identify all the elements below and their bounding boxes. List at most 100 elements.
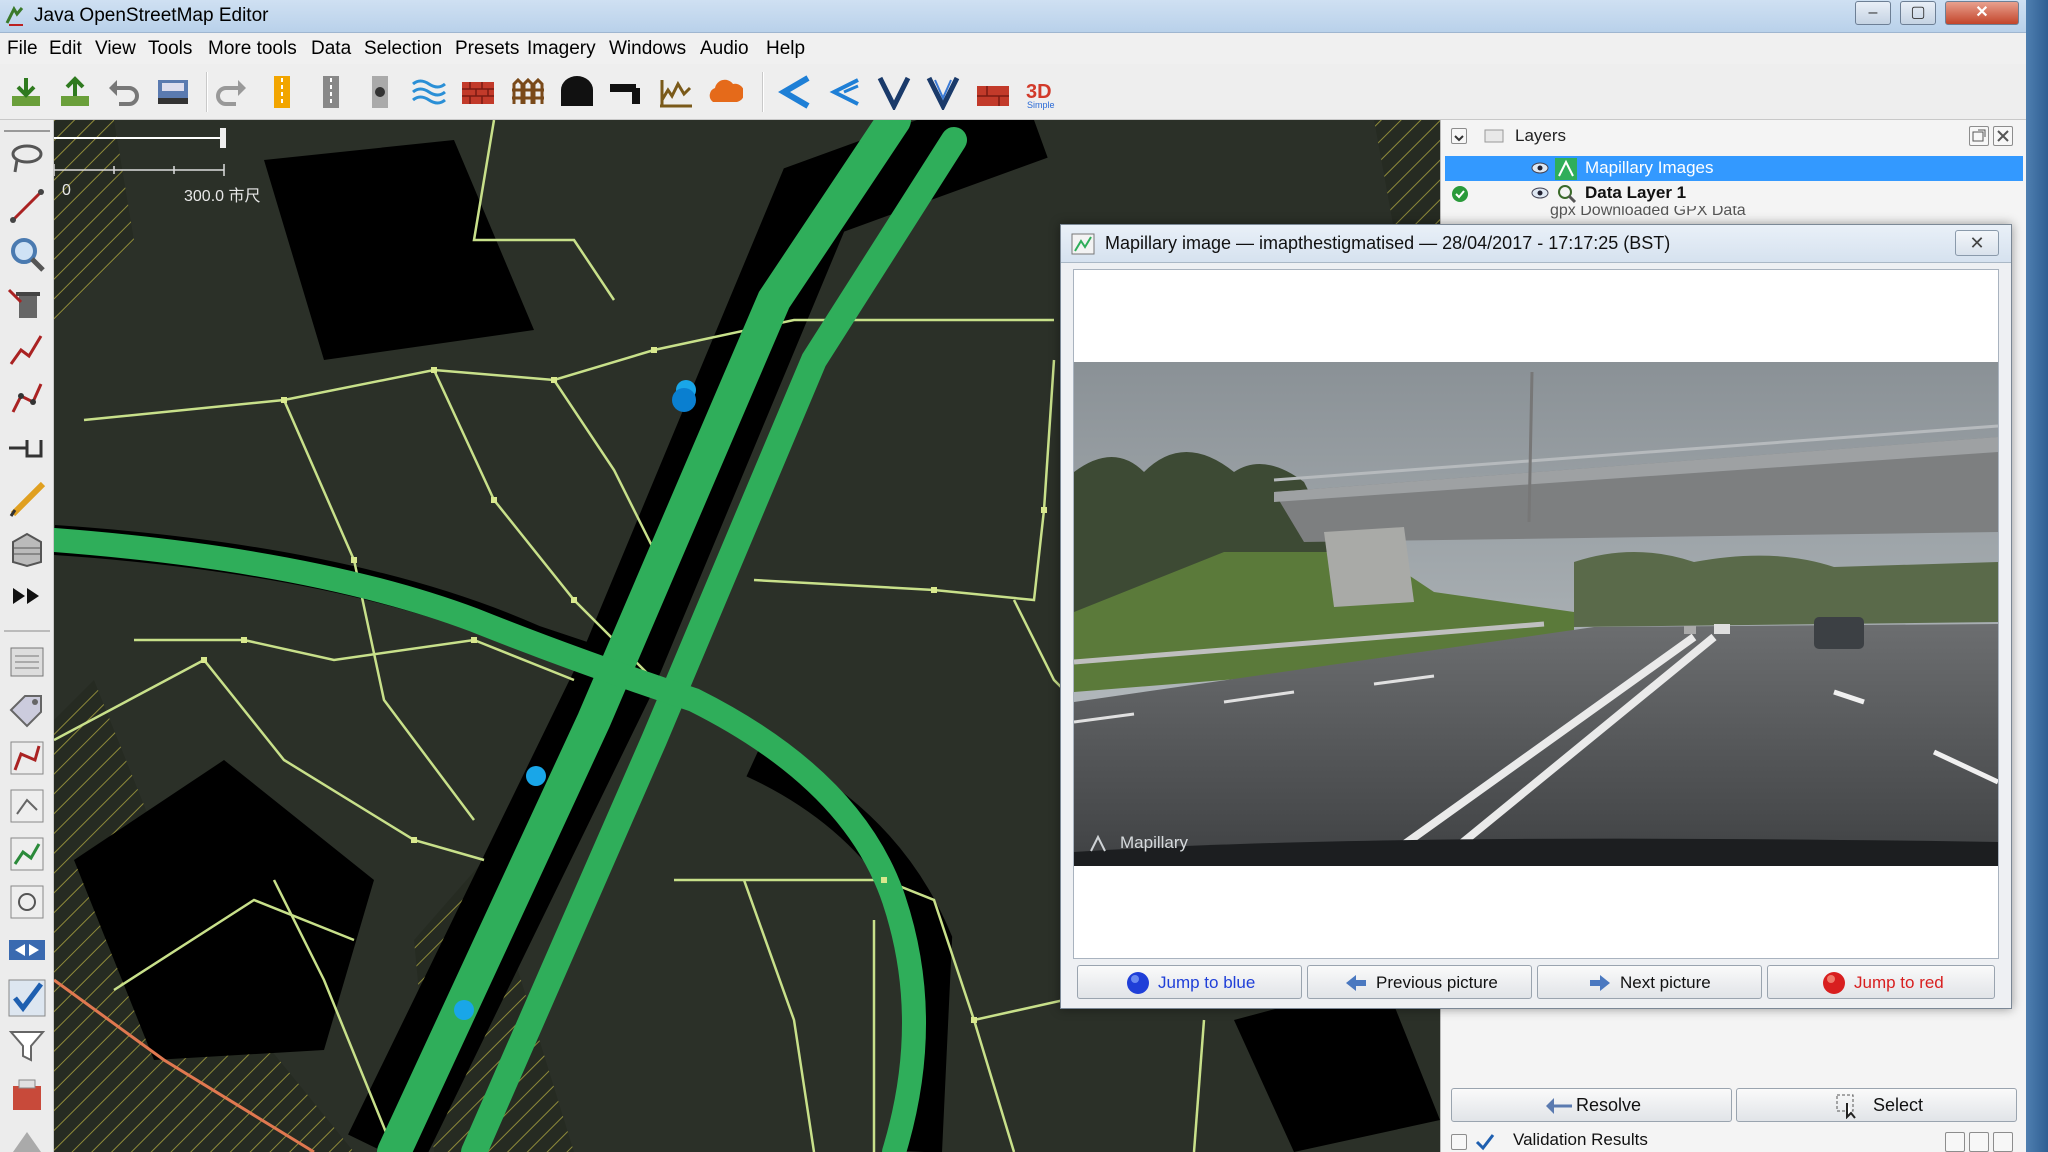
menu-data[interactable]: Data [311,38,351,60]
maximize-button[interactable]: ▢ [1900,1,1936,25]
layer-row-gpx[interactable]: gpx Downloaded GPX Data [1445,206,2023,220]
tools-collapse-handle[interactable] [4,122,50,132]
close-panel-button[interactable] [1993,126,2013,146]
active-layer-check-icon [1452,186,1468,202]
extrude-icon[interactable] [7,426,47,466]
expand-validation-button[interactable] [1451,1134,1467,1150]
map-tools-sidebar [0,120,54,1152]
preset-1-icon[interactable] [264,74,300,110]
terrain-icon[interactable] [658,74,694,110]
menu-audio[interactable]: Audio [700,38,749,60]
josm-logo-icon [5,5,24,26]
validation-close-button[interactable] [1993,1132,2013,1152]
previous-picture-button[interactable]: Previous picture [1307,965,1532,999]
split-icon[interactable] [826,74,862,110]
blue-circle-icon [1127,972,1149,994]
mapillary-layer-icon [1555,158,1577,180]
validation-check-icon [1475,1134,1495,1151]
author-icon[interactable] [7,882,47,922]
selection-list-icon[interactable] [7,738,47,778]
pencil-icon[interactable] [7,480,47,520]
bridge-icon[interactable] [608,74,644,110]
upload-icon[interactable] [57,74,93,110]
improve-way-icon[interactable] [7,378,47,418]
mapillary-watermark-icon [1090,834,1106,852]
detach-panel-button[interactable] [1969,126,1989,146]
validation-pin-button[interactable] [1969,1132,1989,1152]
mapillary-image-marker[interactable] [454,1000,474,1020]
redo-icon[interactable] [214,74,250,110]
minimize-button[interactable]: – [1855,1,1891,25]
building-icon[interactable] [7,528,47,568]
map-paint-icon[interactable] [7,1122,47,1152]
menu-selection[interactable]: Selection [364,38,442,60]
dialog-titlebar[interactable]: Mapillary image — imapthestigmatised — 2… [1061,225,2011,263]
scale-start-label: 0 [62,182,71,199]
wall-icon[interactable] [460,74,496,110]
3d-icon[interactable]: 3DSimple [1025,74,1061,110]
v-icon-2[interactable] [925,74,961,110]
close-button[interactable]: ✕ [1945,1,2019,25]
select-button[interactable]: Select [1736,1088,2017,1122]
window-titlebar: Java OpenStreetMap Editor – ▢ ✕ [0,0,2026,33]
mapillary-image-marker[interactable] [526,766,546,786]
waterway-icon[interactable] [411,74,447,110]
tunnel-icon[interactable] [559,74,595,110]
menu-bar: File Edit View Tools More tools Data Sel… [0,34,2026,64]
download-icon[interactable] [8,74,44,110]
menu-help[interactable]: Help [766,38,805,60]
save-icon[interactable] [155,74,191,110]
preset-2-icon[interactable] [313,74,349,110]
conflict-icon[interactable] [7,930,47,970]
previous-picture-label: Previous picture [1376,973,1498,992]
visibility-eye-icon[interactable] [1531,161,1549,175]
next-picture-label: Next picture [1620,973,1711,992]
relations-icon[interactable] [7,786,47,826]
mapillary-selected-marker[interactable] [672,388,696,412]
menu-edit[interactable]: Edit [49,38,82,60]
menu-windows[interactable]: Windows [609,38,686,60]
next-picture-button[interactable]: Next picture [1537,965,1762,999]
v-icon-1[interactable] [876,74,912,110]
street-photo[interactable] [1074,362,1998,866]
menu-presets[interactable]: Presets [455,38,519,60]
menu-view[interactable]: View [95,38,136,60]
layer-row-mapillary[interactable]: Mapillary Images [1445,156,2023,181]
preset-3-icon[interactable] [362,74,398,110]
menu-file[interactable]: File [7,38,38,60]
validation-title: Validation Results [1513,1130,1648,1149]
delete-icon[interactable] [7,282,47,322]
parallel-way-icon[interactable] [7,330,47,370]
more-tools-icon[interactable] [7,576,47,616]
cloud-icon[interactable] [707,74,743,110]
svg-text:Simple: Simple [1027,100,1055,110]
menu-tools[interactable]: Tools [148,38,192,60]
layer-row-data-layer[interactable]: Data Layer 1 [1445,181,2023,206]
undo-icon[interactable] [105,74,141,110]
resolve-button[interactable]: Resolve [1451,1088,1732,1122]
layers-toggle-icon[interactable] [7,642,47,682]
history-icon[interactable] [7,834,47,874]
zoom-icon[interactable] [7,234,47,274]
tags-icon[interactable] [7,690,47,730]
filter-icon[interactable] [7,1026,47,1066]
fence-icon[interactable] [510,74,546,110]
notes-icon[interactable] [7,1074,47,1114]
lasso-select-icon[interactable] [7,138,47,178]
jump-to-blue-button[interactable]: Jump to blue [1077,965,1302,999]
detach-icon [1972,129,1986,142]
merge-icon[interactable] [776,74,812,110]
dialog-close-button[interactable]: ✕ [1955,230,1999,256]
brick-icon[interactable] [975,74,1011,110]
jump-to-red-button[interactable]: Jump to red [1767,965,1995,999]
arrow-right-icon [1590,975,1610,991]
arrow-left-icon [1346,975,1366,991]
collapse-layers-button[interactable] [1451,128,1467,144]
menu-more-tools[interactable]: More tools [208,38,297,60]
image-viewer[interactable]: Mapillary [1073,269,1999,959]
validation-detach-button[interactable] [1945,1132,1965,1152]
menu-imagery[interactable]: Imagery [527,38,596,60]
draw-way-icon[interactable] [7,186,47,226]
visibility-eye-icon[interactable] [1531,186,1549,200]
validation-icon[interactable] [7,978,47,1018]
